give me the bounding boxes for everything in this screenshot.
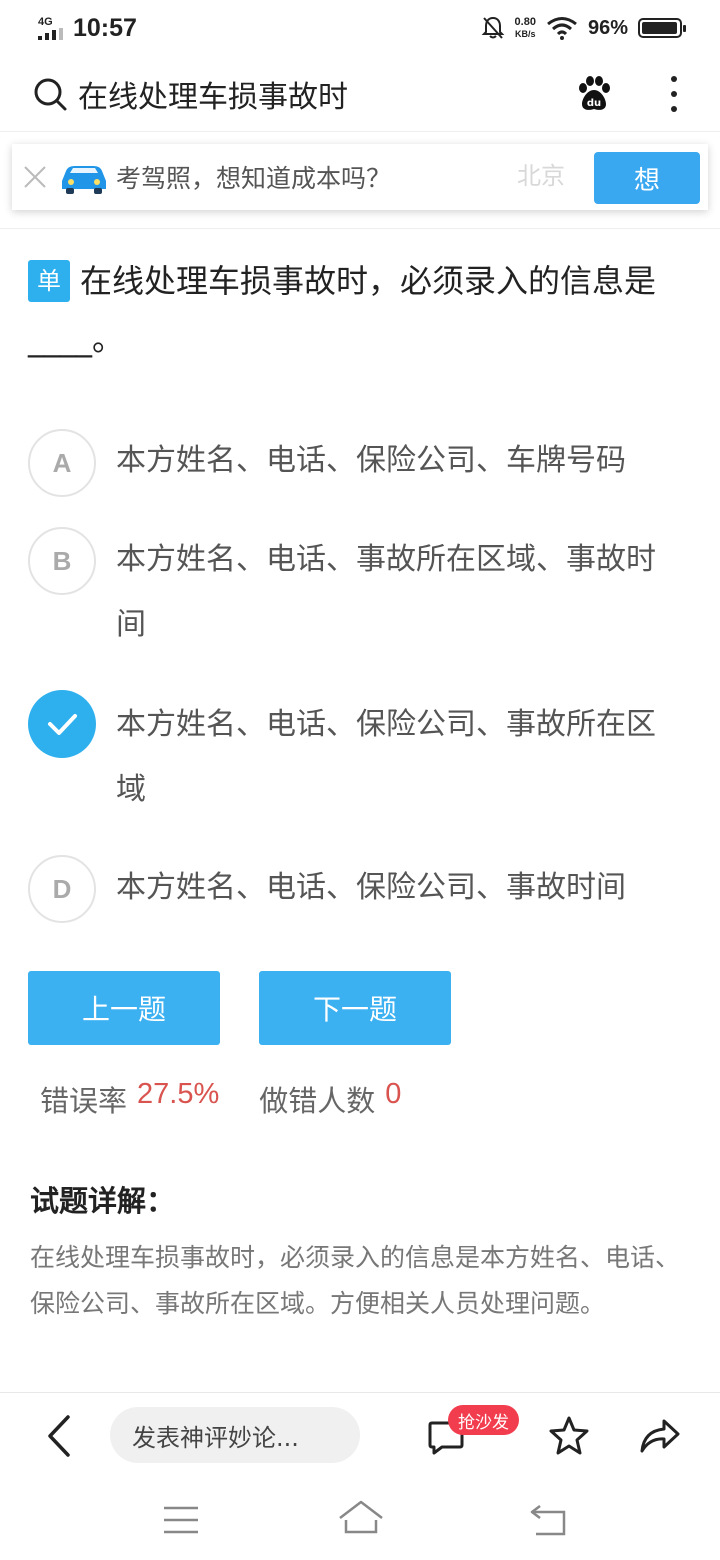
explanation-title: 试题详解： bbox=[30, 1184, 176, 1218]
checkmark-icon bbox=[48, 714, 77, 735]
option-c-checked-marker[interactable] bbox=[28, 690, 96, 758]
home-icon[interactable] bbox=[336, 1498, 386, 1538]
menu-icon[interactable] bbox=[162, 1502, 200, 1538]
bottom-toolbar: 发表神评妙论... 抢沙发 bbox=[0, 1392, 720, 1478]
search-header[interactable]: 在线处理车损事故时 du bbox=[0, 56, 720, 132]
svg-text:du: du bbox=[587, 98, 601, 109]
baidu-paw-icon[interactable]: du bbox=[574, 74, 614, 114]
option-b-text[interactable]: 本方姓名、电话、事故所在区域、事故时间 bbox=[116, 527, 676, 657]
explanation-body: 在线处理车损事故时，必须录入的信息是本方姓名、电话、保险公司、事故所在区域。方便… bbox=[30, 1243, 681, 1318]
option-d-text[interactable]: 本方姓名、电话、保险公司、事故时间 bbox=[116, 855, 676, 920]
question-text: 在线处理车损事故时，必须录入的信息是____。 bbox=[28, 262, 657, 358]
system-nav-bar bbox=[0, 1480, 720, 1560]
ad-banner[interactable]: 考驾照，想知道成本吗？ 北京 想 bbox=[12, 144, 708, 210]
back-arrow-icon[interactable] bbox=[40, 1413, 80, 1459]
wrong-count-value: 0 bbox=[385, 1078, 402, 1110]
battery-percentage: 96% bbox=[587, 16, 628, 39]
option-a-text[interactable]: 本方姓名、电话、保险公司、车牌号码 bbox=[116, 428, 676, 493]
speed-value: 0.80 bbox=[514, 16, 536, 28]
divider bbox=[0, 228, 720, 229]
status-bar: 4G 10:57 0.80 KB/s 96% bbox=[0, 0, 720, 56]
signal-bars-icon bbox=[38, 27, 63, 40]
option-b-marker[interactable]: B bbox=[28, 527, 96, 595]
ad-faded-text: 北京 bbox=[517, 162, 565, 190]
prev-question-button[interactable]: 上一题 bbox=[28, 971, 220, 1045]
mute-bell-icon bbox=[481, 16, 504, 39]
search-query-text[interactable]: 在线处理车损事故时 bbox=[78, 72, 348, 116]
question-type-badge: 单 bbox=[28, 260, 70, 302]
car-icon bbox=[62, 166, 106, 194]
network-type: 4G bbox=[38, 15, 53, 28]
error-rate-label: 错误率 bbox=[40, 1084, 128, 1118]
wrong-count-label: 做错人数 bbox=[259, 1084, 376, 1118]
signal-indicator: 4G bbox=[38, 15, 63, 40]
more-menu-icon[interactable] bbox=[664, 74, 684, 114]
speed-unit: KB/s bbox=[515, 29, 536, 39]
option-a-marker[interactable]: A bbox=[28, 429, 96, 497]
question-stem: 单在线处理车损事故时，必须录入的信息是____。 bbox=[28, 252, 688, 368]
system-back-icon[interactable] bbox=[528, 1502, 570, 1538]
battery-icon bbox=[638, 18, 686, 38]
comment-input[interactable]: 发表神评妙论... bbox=[110, 1407, 360, 1463]
option-d-marker[interactable]: D bbox=[28, 855, 96, 923]
next-question-button[interactable]: 下一题 bbox=[259, 971, 451, 1045]
error-rate-value: 27.5% bbox=[137, 1078, 220, 1110]
close-icon[interactable] bbox=[20, 162, 50, 192]
share-icon[interactable] bbox=[638, 1415, 682, 1457]
sofa-badge[interactable]: 抢沙发 bbox=[448, 1405, 519, 1435]
search-icon[interactable] bbox=[32, 76, 68, 112]
wifi-icon bbox=[547, 17, 577, 40]
star-icon[interactable] bbox=[548, 1415, 590, 1457]
option-c-text[interactable]: 本方姓名、电话、保险公司、事故所在区域 bbox=[116, 692, 676, 822]
clock: 10:57 bbox=[73, 13, 137, 42]
ad-action-button[interactable]: 想 bbox=[594, 152, 700, 204]
answer-stats: 错误率 27.5% 做错人数 0 bbox=[40, 1078, 401, 1120]
ad-text: 考驾照，想知道成本吗？ bbox=[116, 164, 392, 193]
network-speed: 0.80 KB/s bbox=[515, 16, 536, 40]
